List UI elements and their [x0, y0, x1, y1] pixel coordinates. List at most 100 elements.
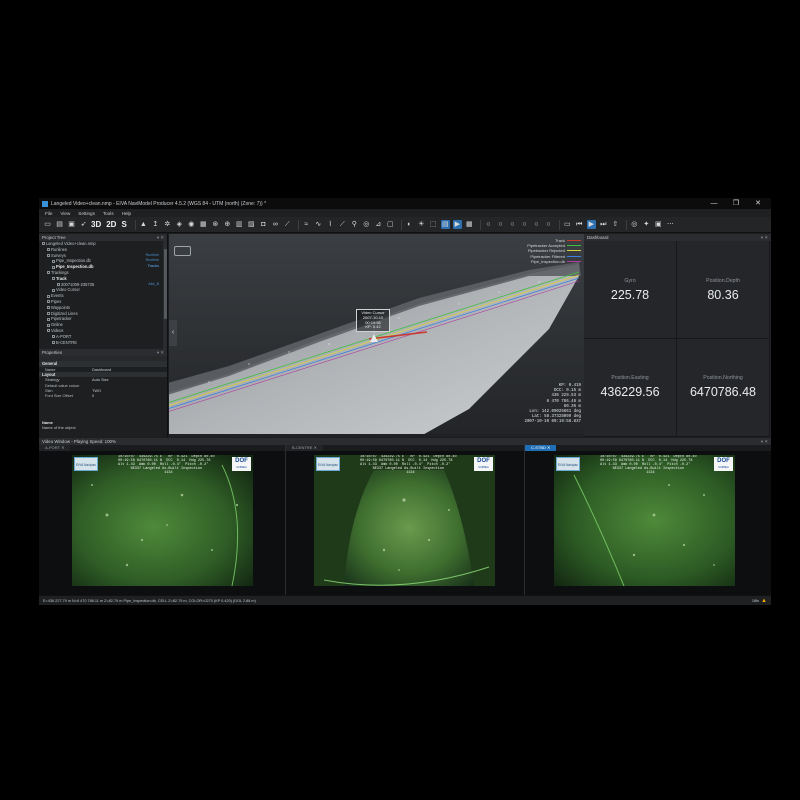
view-3d-button[interactable]: 3D — [91, 220, 101, 229]
profile-wave-icon[interactable]: ∿ — [314, 220, 323, 229]
globe-icon[interactable]: ⊕ — [223, 220, 232, 229]
circle-tool-6-icon[interactable]: ○ — [544, 220, 553, 229]
tree-checkbox[interactable] — [52, 288, 55, 292]
close-button[interactable]: ✕ — [747, 198, 769, 209]
view-s-button[interactable]: S — [121, 220, 126, 229]
menu-help[interactable]: Help — [122, 211, 131, 216]
tree-checkbox[interactable] — [52, 335, 55, 339]
cube-icon[interactable]: ◈ — [175, 220, 184, 229]
tab-b-centre[interactable]: B-CENTRE ✕ — [286, 445, 323, 451]
maximize-button[interactable]: ❐ — [725, 198, 747, 209]
video-toggle-icon[interactable]: ▶ — [452, 220, 462, 229]
menu-settings[interactable]: Settings — [78, 211, 95, 216]
more-options-icon[interactable]: ⋯ — [666, 220, 675, 229]
project-tree-scrollbar[interactable] — [163, 241, 167, 349]
tree-checkbox[interactable] — [47, 329, 50, 333]
warning-icon[interactable]: ▲ — [761, 598, 767, 604]
sun-icon[interactable]: ☀ — [417, 220, 426, 229]
shield-icon[interactable]: ◉ — [187, 220, 196, 229]
tree-item-label: Videos — [51, 327, 64, 333]
layers-icon[interactable]: ▨ — [247, 220, 256, 229]
profile-zigzag-icon[interactable]: ⌇ — [326, 220, 335, 229]
draw-line-icon[interactable]: ⟋ — [338, 220, 347, 229]
video-frame[interactable]: EIVA Navipac 10/10/07 436229.75 E KP 0.4… — [554, 455, 735, 586]
north-arrow-icon[interactable]: ▲ — [139, 220, 148, 229]
axis-icon[interactable]: ↥ — [151, 220, 160, 229]
film-icon[interactable]: ▭ — [563, 220, 572, 229]
video-frame[interactable]: EIVA Navipac 10/10/07 436229.75 E KP 0.4… — [72, 455, 253, 586]
panel-pin-icon[interactable]: ▾ ✕ — [157, 349, 164, 356]
tree-checkbox[interactable] — [47, 294, 50, 298]
tree-checkbox[interactable] — [47, 323, 50, 327]
tree-checkbox[interactable] — [52, 259, 55, 263]
tab-a-port[interactable]: A-PORT ✕ — [39, 445, 71, 451]
scrollbar-thumb[interactable] — [163, 249, 167, 319]
circle-tool-1-icon[interactable]: ○ — [484, 220, 493, 229]
property-value[interactable]: Dashboard — [92, 367, 111, 372]
camera-icon[interactable]: ◘ — [259, 220, 268, 229]
tab-c-stbd[interactable]: C-STBD ✕ — [525, 445, 557, 451]
panel-pin-icon[interactable]: ▾ ✕ — [157, 234, 164, 241]
panel-pin-icon[interactable]: ▾ ✕ — [761, 438, 768, 445]
frame-icon[interactable]: ▢ — [386, 220, 395, 229]
compass-icon[interactable] — [174, 246, 191, 256]
status-bar: E=436 227.79 m N=6 470 786.11 m Z=82.79 … — [39, 595, 771, 605]
window-icon[interactable]: ▣ — [654, 220, 663, 229]
grid-icon[interactable]: ▦ — [199, 220, 208, 229]
view-scrollbar[interactable] — [169, 434, 584, 437]
new-file-icon[interactable]: ▭ — [43, 220, 52, 229]
circle-tool-3-icon[interactable]: ○ — [508, 220, 517, 229]
3d-view[interactable]: ‹ Track Pipetracker Accepted Pipetracker R… — [169, 234, 584, 437]
tree-checkbox[interactable] — [52, 265, 55, 269]
tree-checkbox[interactable] — [47, 271, 50, 275]
book-icon[interactable]: ▥ — [235, 220, 244, 229]
pin-icon[interactable]: ⚲ — [350, 220, 359, 229]
target-icon[interactable]: ◎ — [630, 220, 639, 229]
dashboard-toggle-icon[interactable]: ▤ — [440, 220, 450, 229]
up-arrow-icon[interactable]: ⇧ — [611, 220, 620, 229]
save-icon[interactable]: ▣ — [67, 220, 76, 229]
menu-file[interactable]: File — [45, 211, 52, 216]
tree-checkbox[interactable] — [42, 242, 45, 246]
eye-icon[interactable]: ◐ — [405, 220, 414, 229]
property-row[interactable]: Font Size Offset 0 — [39, 393, 167, 398]
table-icon[interactable]: ▦ — [465, 220, 474, 229]
ruler-icon[interactable]: ⟋ — [283, 220, 292, 229]
tree-checkbox[interactable] — [52, 340, 55, 344]
tree-item[interactable]: B-CENTRE — [39, 340, 167, 346]
tools-icon[interactable]: ✦ — [642, 220, 651, 229]
tree-checkbox[interactable] — [47, 300, 50, 304]
3d-scene[interactable] — [169, 234, 584, 437]
property-value[interactable]: Auto Size — [92, 377, 109, 382]
view-2d-button[interactable]: 2D — [106, 220, 116, 229]
link-icon[interactable]: ∞ — [271, 220, 280, 229]
tree-checkbox[interactable] — [47, 311, 50, 315]
menu-view[interactable]: View — [60, 211, 70, 216]
menu-tools[interactable]: Tools — [103, 211, 114, 216]
profile-line-icon[interactable]: ≈ — [302, 220, 311, 229]
skip-back-icon[interactable]: ⏮ — [575, 220, 584, 229]
property-value[interactable]: 0 — [92, 393, 94, 398]
rocket-icon[interactable]: ➶ — [79, 220, 88, 229]
tree-checkbox[interactable] — [47, 248, 50, 252]
video-frame[interactable]: EIVA Navipac 10/10/07 436229.75 E KP 0.4… — [314, 455, 495, 586]
forward-icon[interactable]: ⏭ — [599, 220, 608, 229]
open-folder-icon[interactable]: ▤ — [55, 220, 64, 229]
panel-pin-icon[interactable]: ▾ ✕ — [761, 234, 768, 241]
collapse-panel-tab[interactable]: ‹ — [169, 320, 177, 346]
location-icon[interactable]: ◎ — [362, 220, 371, 229]
map-icon[interactable]: ⊛ — [211, 220, 220, 229]
circle-tool-2-icon[interactable]: ○ — [496, 220, 505, 229]
circle-tool-5-icon[interactable]: ○ — [532, 220, 541, 229]
measure-icon[interactable]: ⊿ — [374, 220, 383, 229]
select-icon[interactable]: ⬚ — [429, 220, 438, 229]
tree-checkbox[interactable] — [47, 317, 50, 321]
tree-checkbox[interactable] — [52, 277, 55, 281]
gear-icon[interactable]: ✲ — [163, 220, 172, 229]
tree-checkbox[interactable] — [47, 254, 50, 258]
play-icon[interactable]: ▶ — [586, 220, 596, 229]
tree-checkbox[interactable] — [57, 283, 60, 286]
tree-checkbox[interactable] — [47, 306, 50, 310]
minimize-button[interactable]: — — [703, 198, 725, 209]
circle-tool-4-icon[interactable]: ○ — [520, 220, 529, 229]
